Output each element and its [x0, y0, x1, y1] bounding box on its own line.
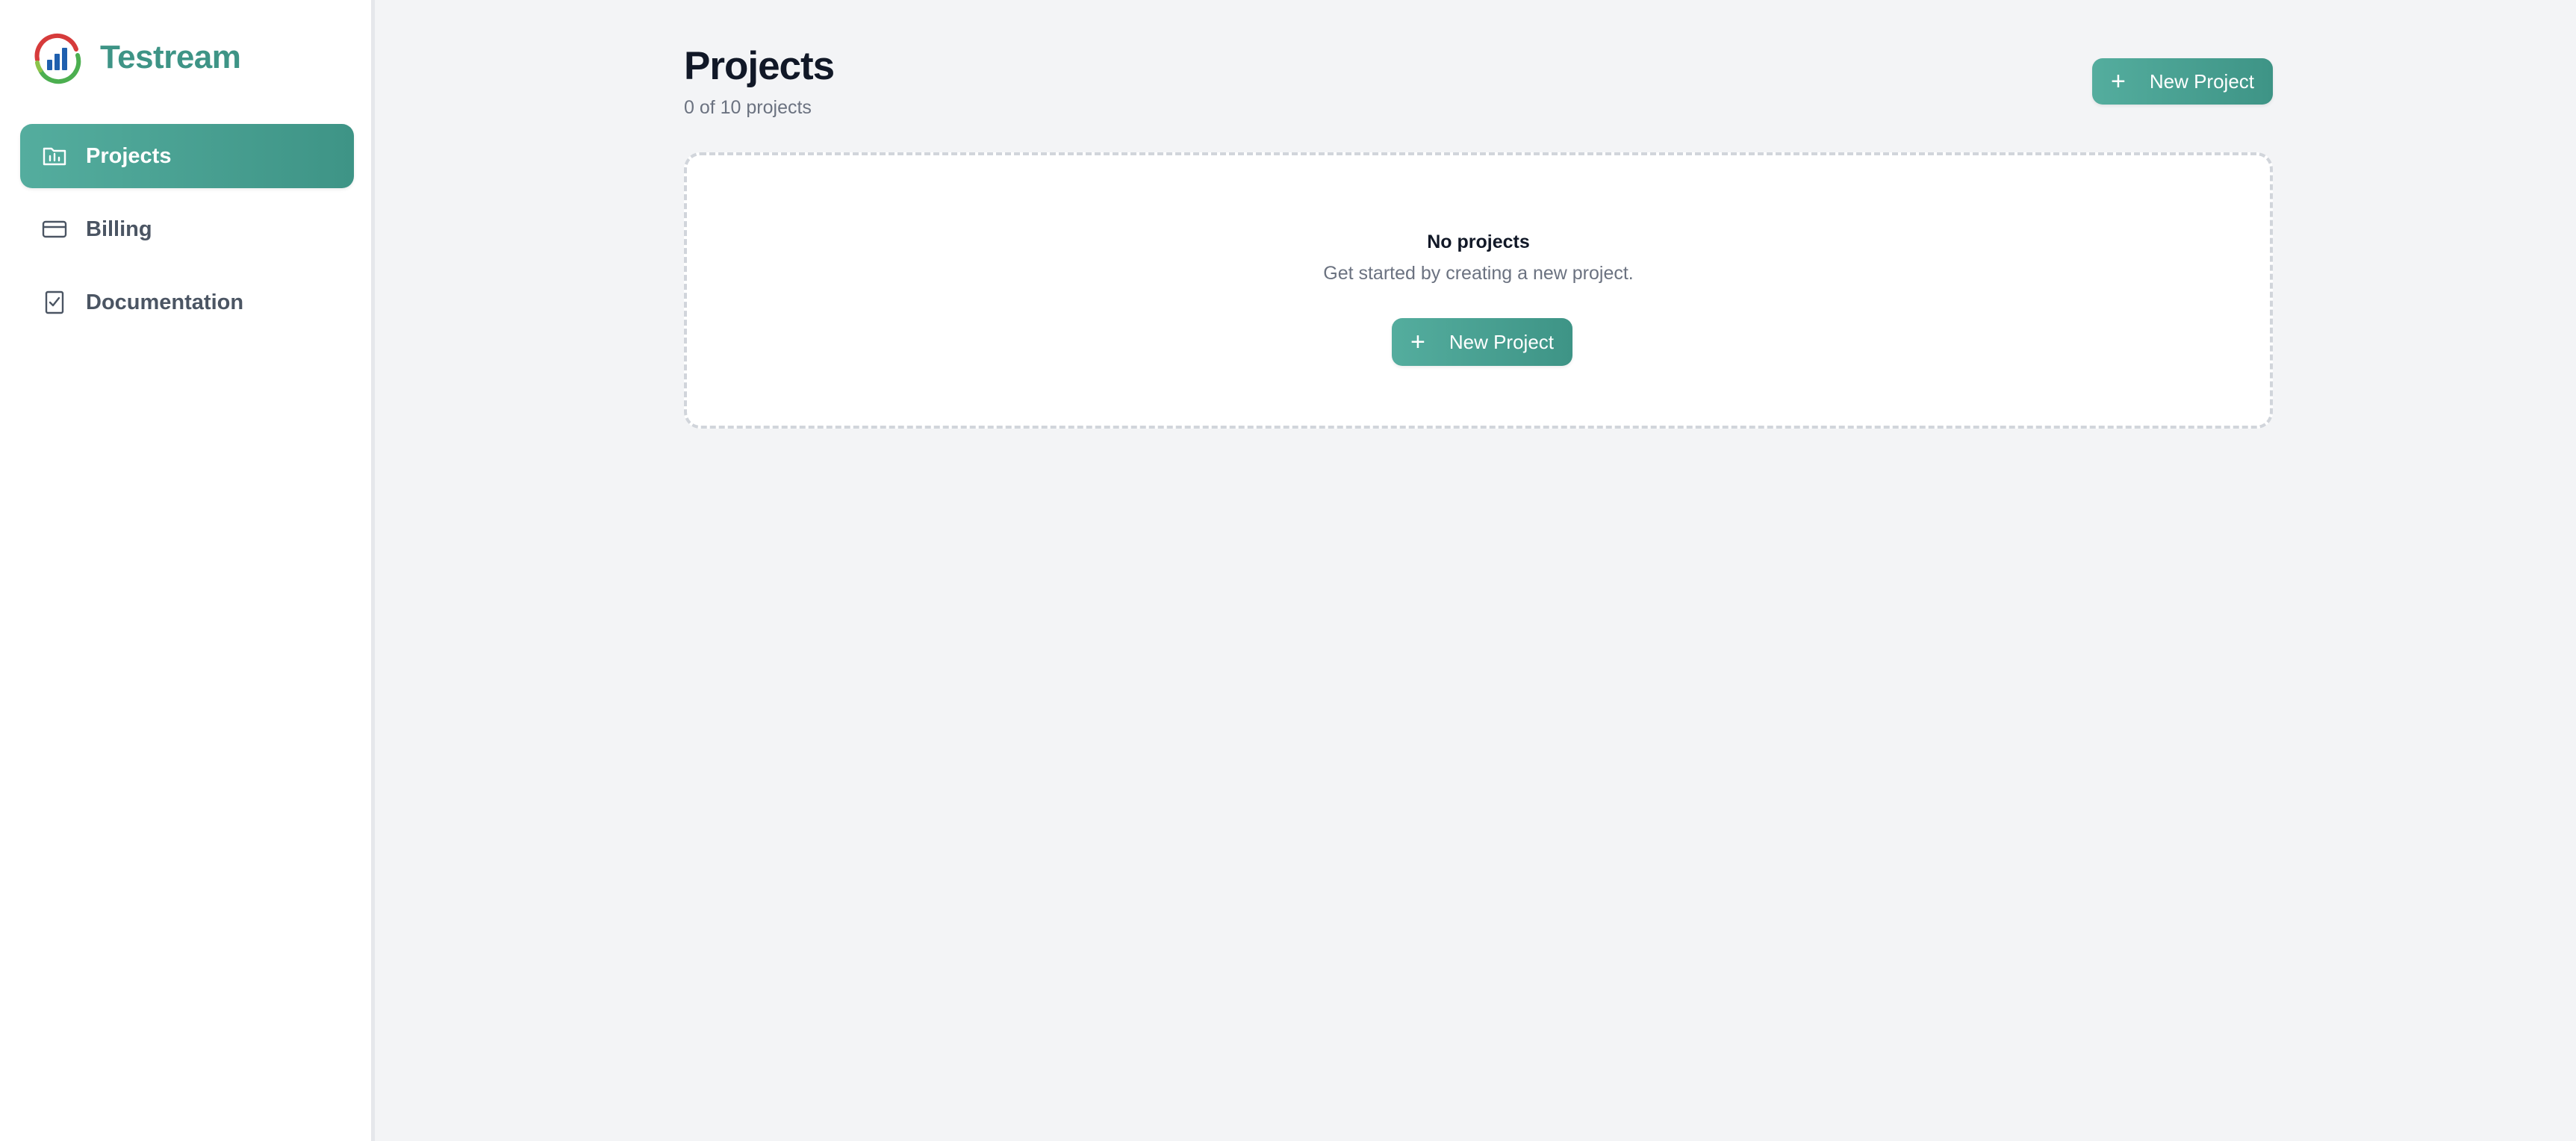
new-project-label: New Project [1449, 330, 1554, 353]
project-count: 0 of 10 projects [684, 97, 812, 118]
sidebar: Testream Projects Billing Documentation [0, 0, 375, 1141]
plus-icon: + [1410, 328, 1425, 356]
page-title: Projects [684, 44, 835, 88]
empty-state-description: Get started by creating a new project. [1323, 263, 1634, 284]
sidebar-nav: Projects Billing Documentation [20, 124, 354, 343]
new-project-label: New Project [2149, 69, 2254, 93]
empty-state-new-project-button[interactable]: + New Project [1392, 318, 1572, 366]
folder-chart-icon [41, 143, 68, 170]
sidebar-item-projects[interactable]: Projects [20, 124, 354, 188]
sidebar-item-documentation[interactable]: Documentation [20, 270, 354, 335]
plus-icon: + [2110, 67, 2126, 96]
empty-state-title: No projects [1427, 231, 1530, 252]
sidebar-item-label: Billing [86, 217, 152, 241]
checklist-doc-icon [41, 289, 68, 316]
empty-state: No projects Get started by creating a ne… [684, 152, 2273, 429]
credit-card-icon [41, 216, 68, 243]
brand-name: Testream [100, 39, 241, 75]
sidebar-item-billing[interactable]: Billing [20, 197, 354, 261]
testream-logo-icon [30, 30, 85, 85]
brand[interactable]: Testream [30, 28, 241, 87]
sidebar-item-label: Documentation [86, 290, 244, 314]
new-project-button[interactable]: + New Project [2092, 58, 2273, 105]
sidebar-item-label: Projects [86, 143, 172, 168]
